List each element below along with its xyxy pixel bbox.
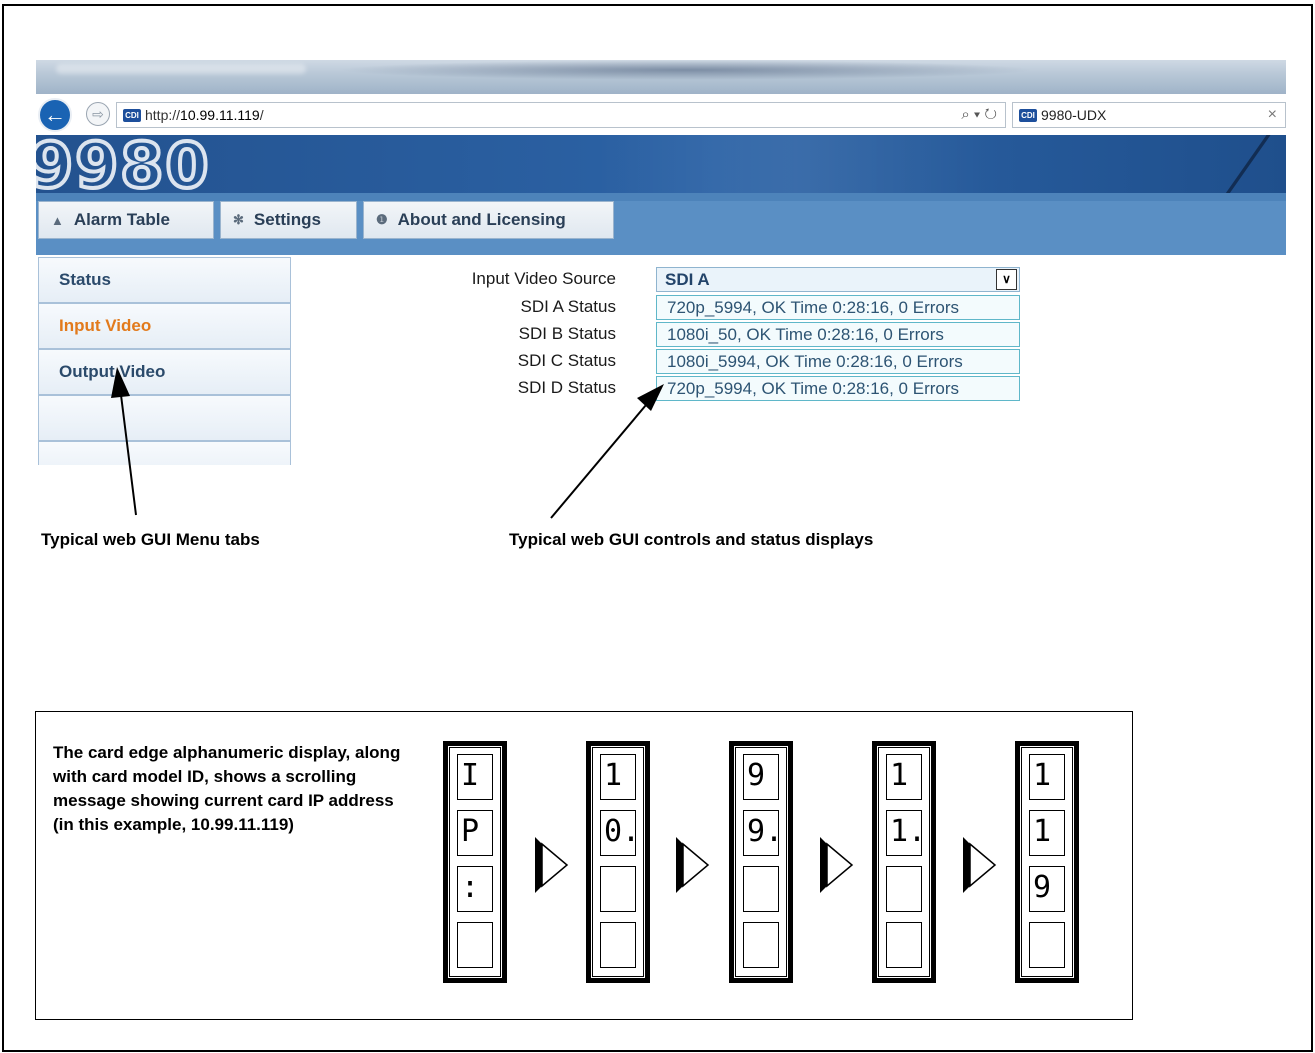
display-char: 9. [743,810,783,856]
sidebar-item-output-video[interactable]: Output Video [38,349,291,395]
menu-label: Alarm Table [73,210,170,229]
back-arrow-icon[interactable]: ← [38,98,72,132]
menu-alarm-table[interactable]: ▲ Alarm Table [38,201,214,239]
banner-swoosh [1124,135,1278,193]
menu-settings[interactable]: ✻ Settings [220,201,357,239]
alphanumeric-display: I P : [443,741,507,983]
sdi-d-status-label: SDI D Status [517,378,616,397]
sdi-c-status-field: 1080i_5994, OK Time 0:28:16, 0 Errors [656,349,1020,374]
tab-favicon-icon: CDI [1019,108,1037,122]
sdi-a-status-field: 720p_5994, OK Time 0:28:16, 0 Errors [656,295,1020,320]
tab-title: 9980-UDX [1041,107,1107,123]
display-char [743,866,779,912]
sidebar-item-empty[interactable] [38,395,291,441]
display-char [886,922,922,968]
display-char: 1 [1029,754,1065,800]
card-edge-display-box: The card edge alphanumeric display, alon… [35,711,1133,1020]
close-icon[interactable]: × [1268,106,1277,124]
display-char: I [457,754,493,800]
display-char: 1. [886,810,926,856]
chevron-down-icon[interactable]: ∨ [996,269,1017,290]
next-arrow-icon [535,837,569,893]
left-nav-tabs: Status Input Video Output Video [38,255,291,465]
title-bar [36,60,1286,94]
card-edge-description: The card edge alphanumeric display, alon… [53,743,401,834]
menu-tabs-callout: Typical web GUI Menu tabs [41,530,260,549]
display-char [886,866,922,912]
warning-icon: ▲ [51,212,64,228]
url-scheme: http:// [145,107,181,123]
input-video-panel: Input Video Source SDI A ∨ SDI A Status … [291,255,1286,465]
next-arrow-icon [676,837,710,893]
next-arrow-icon [963,837,997,893]
display-char: P [457,810,493,856]
sdi-b-status-label: SDI B Status [518,324,616,343]
sdi-a-status-label: SDI A Status [520,297,616,316]
sdi-c-status-label: SDI C Status [517,351,616,370]
display-char: 9 [1029,866,1065,912]
product-banner: 9980 [36,135,1286,193]
alphanumeric-display: 1 1. [872,741,936,983]
input-source-select[interactable]: SDI A ∨ [656,267,1020,292]
gear-icon: ✻ [233,212,244,227]
controls-callout: Typical web GUI controls and status disp… [509,530,874,549]
window-title-blurred [56,64,306,74]
alphanumeric-display: 1 0. [586,741,650,983]
sidebar-item-input-video[interactable]: Input Video [38,303,291,349]
url-host: 10.99.11.119 [180,107,260,123]
menu-label: About and Licensing [397,210,566,229]
display-char: : [457,866,493,912]
display-char: 1 [600,754,636,800]
display-char [457,922,493,968]
sdi-b-status-field: 1080i_50, OK Time 0:28:16, 0 Errors [656,322,1020,347]
display-char [600,866,636,912]
menu-label: Settings [253,210,321,229]
browser-window: ← ⇨ CDI http://10.99.11.119/ ⌕ ▾ ↻ CDI 9… [36,60,1286,465]
search-refresh-icons[interactable]: ⌕ ▾ ↻ [961,106,997,123]
url-suffix: / [259,107,264,123]
sidebar-item-empty[interactable] [38,441,291,465]
sdi-d-status-field: 720p_5994, OK Time 0:28:16, 0 Errors [656,376,1020,401]
forward-arrow-icon[interactable]: ⇨ [86,102,110,126]
input-source-label: Input Video Source [471,269,616,288]
alphanumeric-display: 1 1 9 [1015,741,1079,983]
display-char: 0. [600,810,640,856]
display-char: 9 [743,754,779,800]
display-char [600,922,636,968]
display-char: 1 [1029,810,1065,856]
address-bar[interactable]: CDI http://10.99.11.119/ ⌕ ▾ ↻ [116,102,1006,128]
next-arrow-icon [820,837,854,893]
browser-tab[interactable]: CDI 9980-UDX × [1012,102,1286,128]
select-value: SDI A [665,270,710,289]
menu-about-licensing[interactable]: ❶ About and Licensing [363,201,614,239]
alphanumeric-display: 9 9. [729,741,793,983]
top-menu-bar: ▲ Alarm Table ✻ Settings ❶ About and Lic… [36,193,1286,255]
sidebar-item-status[interactable]: Status [38,257,291,303]
display-char [1029,922,1065,968]
display-char: 1 [886,754,922,800]
product-logo: 9980 [36,135,211,193]
site-favicon-icon: CDI [123,108,141,122]
display-char [743,922,779,968]
info-icon: ❶ [376,212,388,227]
